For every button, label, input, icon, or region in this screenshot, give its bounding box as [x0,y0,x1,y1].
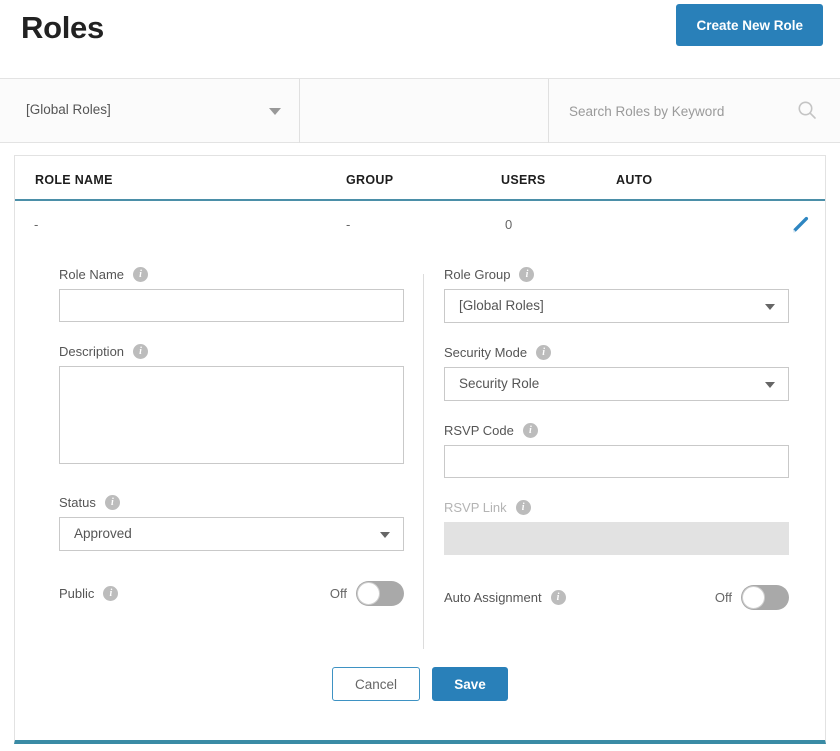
description-textarea[interactable] [59,366,404,464]
search-icon[interactable] [797,100,817,120]
label-text: Status [59,495,96,510]
roles-table-card: ROLE NAME GROUP USERS AUTO - - 0 Role Na… [14,155,826,744]
label-text: Public [59,586,95,601]
create-new-role-button[interactable]: Create New Role [676,4,823,46]
info-icon[interactable]: i [133,344,149,359]
field-public: Public i Off [59,581,404,606]
public-toggle-state: Off [329,586,347,601]
security-mode-select[interactable]: Security Role [444,367,789,401]
filter-bar: [Global Roles] [0,79,840,143]
field-label-rsvp-link: RSVP Link i [444,500,789,515]
edit-panel-left-column: Role Name i Description i Status i Appro… [59,249,404,606]
status-select[interactable]: Approved [59,517,404,551]
role-group-select-value: [Global Roles] [459,298,544,313]
search-area [548,79,840,143]
toggle-knob [742,586,765,609]
security-mode-select-value: Security Role [459,376,540,391]
field-role-group: Role Group i [Global Roles] [444,249,789,323]
search-input[interactable] [567,93,782,129]
column-header-auto: AUTO [616,173,653,187]
label-text: Role Group [444,267,511,282]
column-divider [423,274,424,649]
info-icon[interactable]: i [515,500,531,515]
table-row[interactable]: - - 0 [15,201,825,249]
label-text: Role Name [59,267,125,282]
info-icon[interactable]: i [519,267,535,282]
field-label-public: Public i [59,586,119,601]
field-label-status: Status i [59,495,404,510]
public-toggle[interactable] [356,581,404,606]
cancel-button[interactable]: Cancel [332,667,420,701]
info-icon[interactable]: i [133,267,149,282]
field-role-name: Role Name i [59,249,404,322]
cell-group: - [346,217,351,232]
field-security-mode: Security Mode i Security Role [444,345,789,401]
role-edit-panel: Role Name i Description i Status i Appro… [15,249,825,739]
status-select-value: Approved [74,526,132,541]
toggle-knob [357,582,380,605]
field-label-role-name: Role Name i [59,267,404,282]
public-toggle-group: Off [330,581,404,606]
rsvp-code-input[interactable] [444,445,789,478]
info-icon[interactable]: i [104,495,120,510]
rsvp-link-input-disabled [444,522,789,555]
label-text: RSVP Link [444,500,507,515]
label-text: Security Mode [444,345,528,360]
role-group-filter-dropdown[interactable]: [Global Roles] [0,79,300,143]
role-name-input[interactable] [59,289,404,322]
page-header: Roles Create New Role [0,0,840,79]
column-header-group: GROUP [346,173,394,187]
info-icon[interactable]: i [522,423,538,438]
column-header-role-name: ROLE NAME [35,173,113,187]
chevron-down-icon [765,382,775,388]
auto-assignment-toggle-group: Off [715,585,789,610]
field-rsvp-link: RSVP Link i [444,500,789,555]
label-text: Auto Assignment [444,590,542,605]
auto-assignment-toggle[interactable] [741,585,789,610]
field-status: Status i Approved [59,495,404,551]
field-description: Description i [59,344,404,469]
field-label-rsvp-code: RSVP Code i [444,423,789,438]
auto-assignment-toggle-state: Off [714,590,732,605]
column-header-users: USERS [501,173,546,187]
cell-users: 0 [505,217,513,232]
pencil-icon[interactable] [789,213,813,237]
label-text: RSVP Code [444,423,514,438]
field-label-role-group: Role Group i [444,267,789,282]
info-icon[interactable]: i [536,345,552,360]
info-icon[interactable]: i [550,590,566,605]
save-button[interactable]: Save [432,667,508,701]
role-group-filter-value: [Global Roles] [26,102,111,117]
page-title: Roles [21,10,104,45]
chevron-down-icon [380,532,390,538]
cell-role-name: - [34,217,39,232]
form-actions: Cancel Save [15,667,825,701]
field-label-description: Description i [59,344,404,359]
field-rsvp-code: RSVP Code i [444,423,789,478]
chevron-down-icon [269,108,281,115]
edit-panel-right-column: Role Group i [Global Roles] Security Mod… [444,249,789,610]
label-text: Description [59,344,125,359]
table-header-row: ROLE NAME GROUP USERS AUTO [15,156,825,201]
info-icon[interactable]: i [103,586,119,601]
field-label-auto-assignment: Auto Assignment i [444,590,566,605]
chevron-down-icon [765,304,775,310]
field-auto-assignment: Auto Assignment i Off [444,585,789,610]
role-group-select[interactable]: [Global Roles] [444,289,789,323]
field-label-security-mode: Security Mode i [444,345,789,360]
